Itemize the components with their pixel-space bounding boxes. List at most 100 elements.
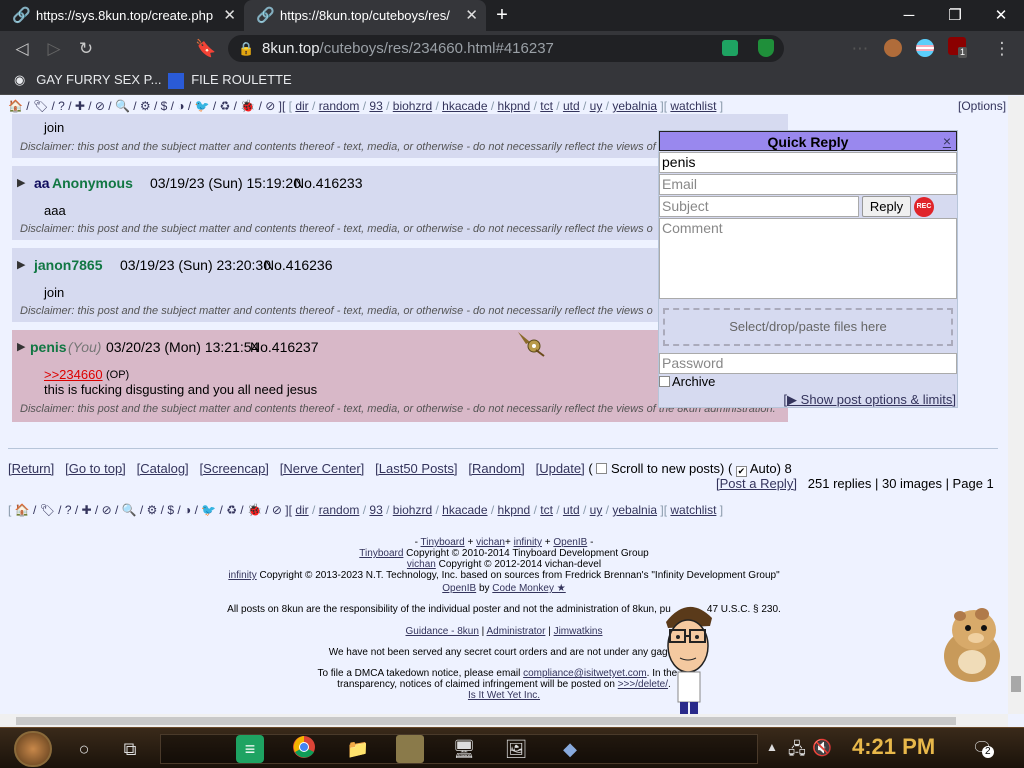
- board-link[interactable]: utd: [563, 99, 580, 113]
- scroll-thumb[interactable]: [1011, 676, 1021, 692]
- bookmark-icon[interactable]: 🔖: [194, 37, 218, 61]
- network-icon[interactable]: 🖧: [788, 738, 806, 765]
- board-link[interactable]: utd: [563, 503, 580, 517]
- file-drop-zone[interactable]: Select/drop/paste files here: [663, 308, 953, 346]
- post-number[interactable]: No.416237: [250, 339, 319, 355]
- board-link[interactable]: hkpnd: [498, 503, 531, 517]
- scroll-new-checkbox[interactable]: [596, 463, 608, 474]
- catalog-link[interactable]: [Catalog]: [137, 461, 189, 476]
- horizontal-scrollbar[interactable]: [0, 714, 1008, 727]
- options-link[interactable]: [Options]: [958, 97, 1006, 115]
- avatar[interactable]: [884, 39, 902, 57]
- board-link[interactable]: biohzrd: [393, 503, 432, 517]
- post-reply-link[interactable]: [Post a Reply]: [716, 476, 797, 491]
- scroll-thumb[interactable]: [16, 717, 956, 725]
- clock[interactable]: 4:21 PM: [852, 734, 935, 760]
- search-icon[interactable]: ○: [70, 735, 98, 763]
- chevron-up-icon[interactable]: ▲: [766, 740, 778, 754]
- spotify-icon[interactable]: ≡: [236, 735, 264, 763]
- app-icon[interactable]: ◆: [556, 735, 584, 763]
- board-link[interactable]: uy: [590, 99, 603, 113]
- tinyboard-link[interactable]: Tinyboard: [359, 548, 403, 559]
- expand-icon[interactable]: ▶: [17, 340, 25, 353]
- board-link[interactable]: hkpnd: [498, 99, 531, 113]
- board-link[interactable]: random: [319, 99, 360, 113]
- comment-field[interactable]: Comment: [659, 218, 957, 299]
- watchlist-link[interactable]: watchlist: [670, 99, 716, 113]
- boardlist-icons[interactable]: 🏠 / 🏷 / ? / ✚ / ⊘ / 🔍 / ⚙ / $ / ◑ / 🐦 / …: [8, 99, 285, 113]
- archive-checkbox[interactable]: [659, 376, 670, 387]
- close-icon[interactable]: ×: [943, 131, 951, 151]
- administrator-link[interactable]: Administrator: [487, 626, 546, 637]
- pride-icon[interactable]: [916, 39, 934, 57]
- boardlist-icons[interactable]: 🏠 / 🏷 / ? / ✚ / ⊘ / 🔍 / ⚙ / $ / ◑ / 🐦 / …: [15, 503, 292, 517]
- app-icon[interactable]: [396, 735, 424, 763]
- nerve-center-link[interactable]: [Nerve Center]: [280, 461, 365, 476]
- rec-icon[interactable]: REC: [914, 197, 934, 217]
- board-link[interactable]: 93: [369, 503, 382, 517]
- reply-button[interactable]: Reply: [862, 196, 911, 217]
- task-view-icon[interactable]: ⧉: [116, 735, 144, 763]
- start-button[interactable]: [14, 731, 52, 767]
- ublock-icon[interactable]: 1: [948, 37, 968, 58]
- vichan-link[interactable]: vichan: [407, 559, 436, 570]
- new-tab-button[interactable]: +: [488, 0, 516, 31]
- post-number[interactable]: No.416233: [294, 175, 363, 191]
- isitwetyet-link[interactable]: Is It Wet Yet Inc.: [468, 690, 540, 701]
- bookmark-item[interactable]: ◉ GAY FURRY SEX P...: [14, 66, 161, 94]
- show-options-link[interactable]: [▶ Show post options & limits]: [783, 392, 956, 408]
- board-link[interactable]: dir: [295, 503, 308, 517]
- close-window-button[interactable]: ✕: [978, 0, 1024, 31]
- notifications-icon[interactable]: 🗨 2: [972, 738, 994, 758]
- subject-field[interactable]: Subject: [659, 196, 859, 217]
- name-field[interactable]: penis: [659, 152, 957, 173]
- minimize-button[interactable]: ─: [886, 0, 932, 31]
- go-to-top-link[interactable]: [Go to top]: [65, 461, 126, 476]
- vichan-link[interactable]: vichan: [476, 537, 505, 548]
- forward-icon[interactable]: ▷: [42, 37, 66, 61]
- vertical-scrollbar[interactable]: [1008, 96, 1024, 714]
- board-link[interactable]: random: [319, 503, 360, 517]
- extension-icon[interactable]: ⋯: [848, 37, 872, 61]
- tab-thread[interactable]: 🔗 https://8kun.top/cuteboys/res/ ✕: [244, 0, 486, 31]
- app-icon[interactable]: 🖥: [450, 735, 478, 763]
- expand-icon[interactable]: ▶: [17, 176, 25, 189]
- board-link[interactable]: hkacade: [442, 99, 487, 113]
- board-link[interactable]: yebalnia: [612, 99, 657, 113]
- board-link[interactable]: tct: [540, 503, 553, 517]
- openib-link[interactable]: OpenIB: [442, 583, 476, 594]
- shield-icon[interactable]: [758, 39, 774, 57]
- close-tab-icon[interactable]: ✕: [465, 0, 478, 31]
- board-link[interactable]: 93: [369, 99, 382, 113]
- extension-icon[interactable]: [722, 40, 738, 56]
- random-link[interactable]: [Random]: [468, 461, 524, 476]
- screencap-link[interactable]: [Screencap]: [200, 461, 269, 476]
- folder-icon[interactable]: 📁: [344, 735, 372, 763]
- board-link[interactable]: biohzrd: [393, 99, 432, 113]
- expand-icon[interactable]: ▶: [17, 258, 25, 271]
- dmca-email-link[interactable]: compliance@isitwetyet.com: [523, 668, 647, 679]
- guidance-link[interactable]: Guidance - 8kun: [406, 626, 479, 637]
- post-number[interactable]: No.416236: [264, 257, 333, 273]
- watchlist-link[interactable]: watchlist: [670, 503, 716, 517]
- tinyboard-link[interactable]: Tinyboard: [421, 537, 465, 548]
- jimwatkins-link[interactable]: Jimwatkins: [554, 626, 603, 637]
- chrome-icon[interactable]: [290, 735, 318, 763]
- reload-icon[interactable]: ↻: [74, 37, 98, 61]
- photos-icon[interactable]: 🖼: [502, 735, 530, 763]
- restore-button[interactable]: ❐: [932, 0, 978, 31]
- quote-link[interactable]: >>234660: [44, 367, 103, 382]
- board-link[interactable]: hkacade: [442, 503, 487, 517]
- back-icon[interactable]: ◁: [10, 37, 34, 61]
- openib-link[interactable]: OpenIB: [553, 537, 587, 548]
- address-bar[interactable]: 🔒 8kun.top/cuteboys/res/234660.html#4162…: [228, 35, 784, 62]
- password-field[interactable]: Password: [659, 353, 957, 374]
- board-link[interactable]: dir: [295, 99, 308, 113]
- quick-reply-header[interactable]: Quick Reply ×: [659, 131, 957, 151]
- board-link[interactable]: tct: [540, 99, 553, 113]
- tab-create[interactable]: 🔗 https://sys.8kun.top/create.php ✕: [0, 0, 244, 31]
- volume-icon[interactable]: 🔇: [812, 738, 832, 758]
- code-monkey-link[interactable]: Code Monkey ★: [492, 583, 565, 594]
- return-link[interactable]: [Return]: [8, 461, 54, 476]
- infinity-link[interactable]: infinity: [514, 537, 542, 548]
